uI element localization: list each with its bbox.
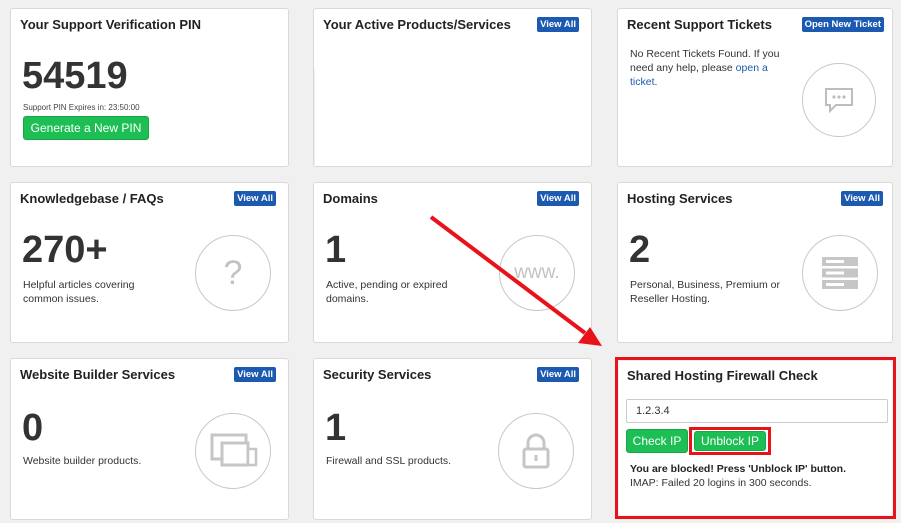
annotation-arrow xyxy=(429,215,602,346)
arrow-line xyxy=(429,215,587,335)
